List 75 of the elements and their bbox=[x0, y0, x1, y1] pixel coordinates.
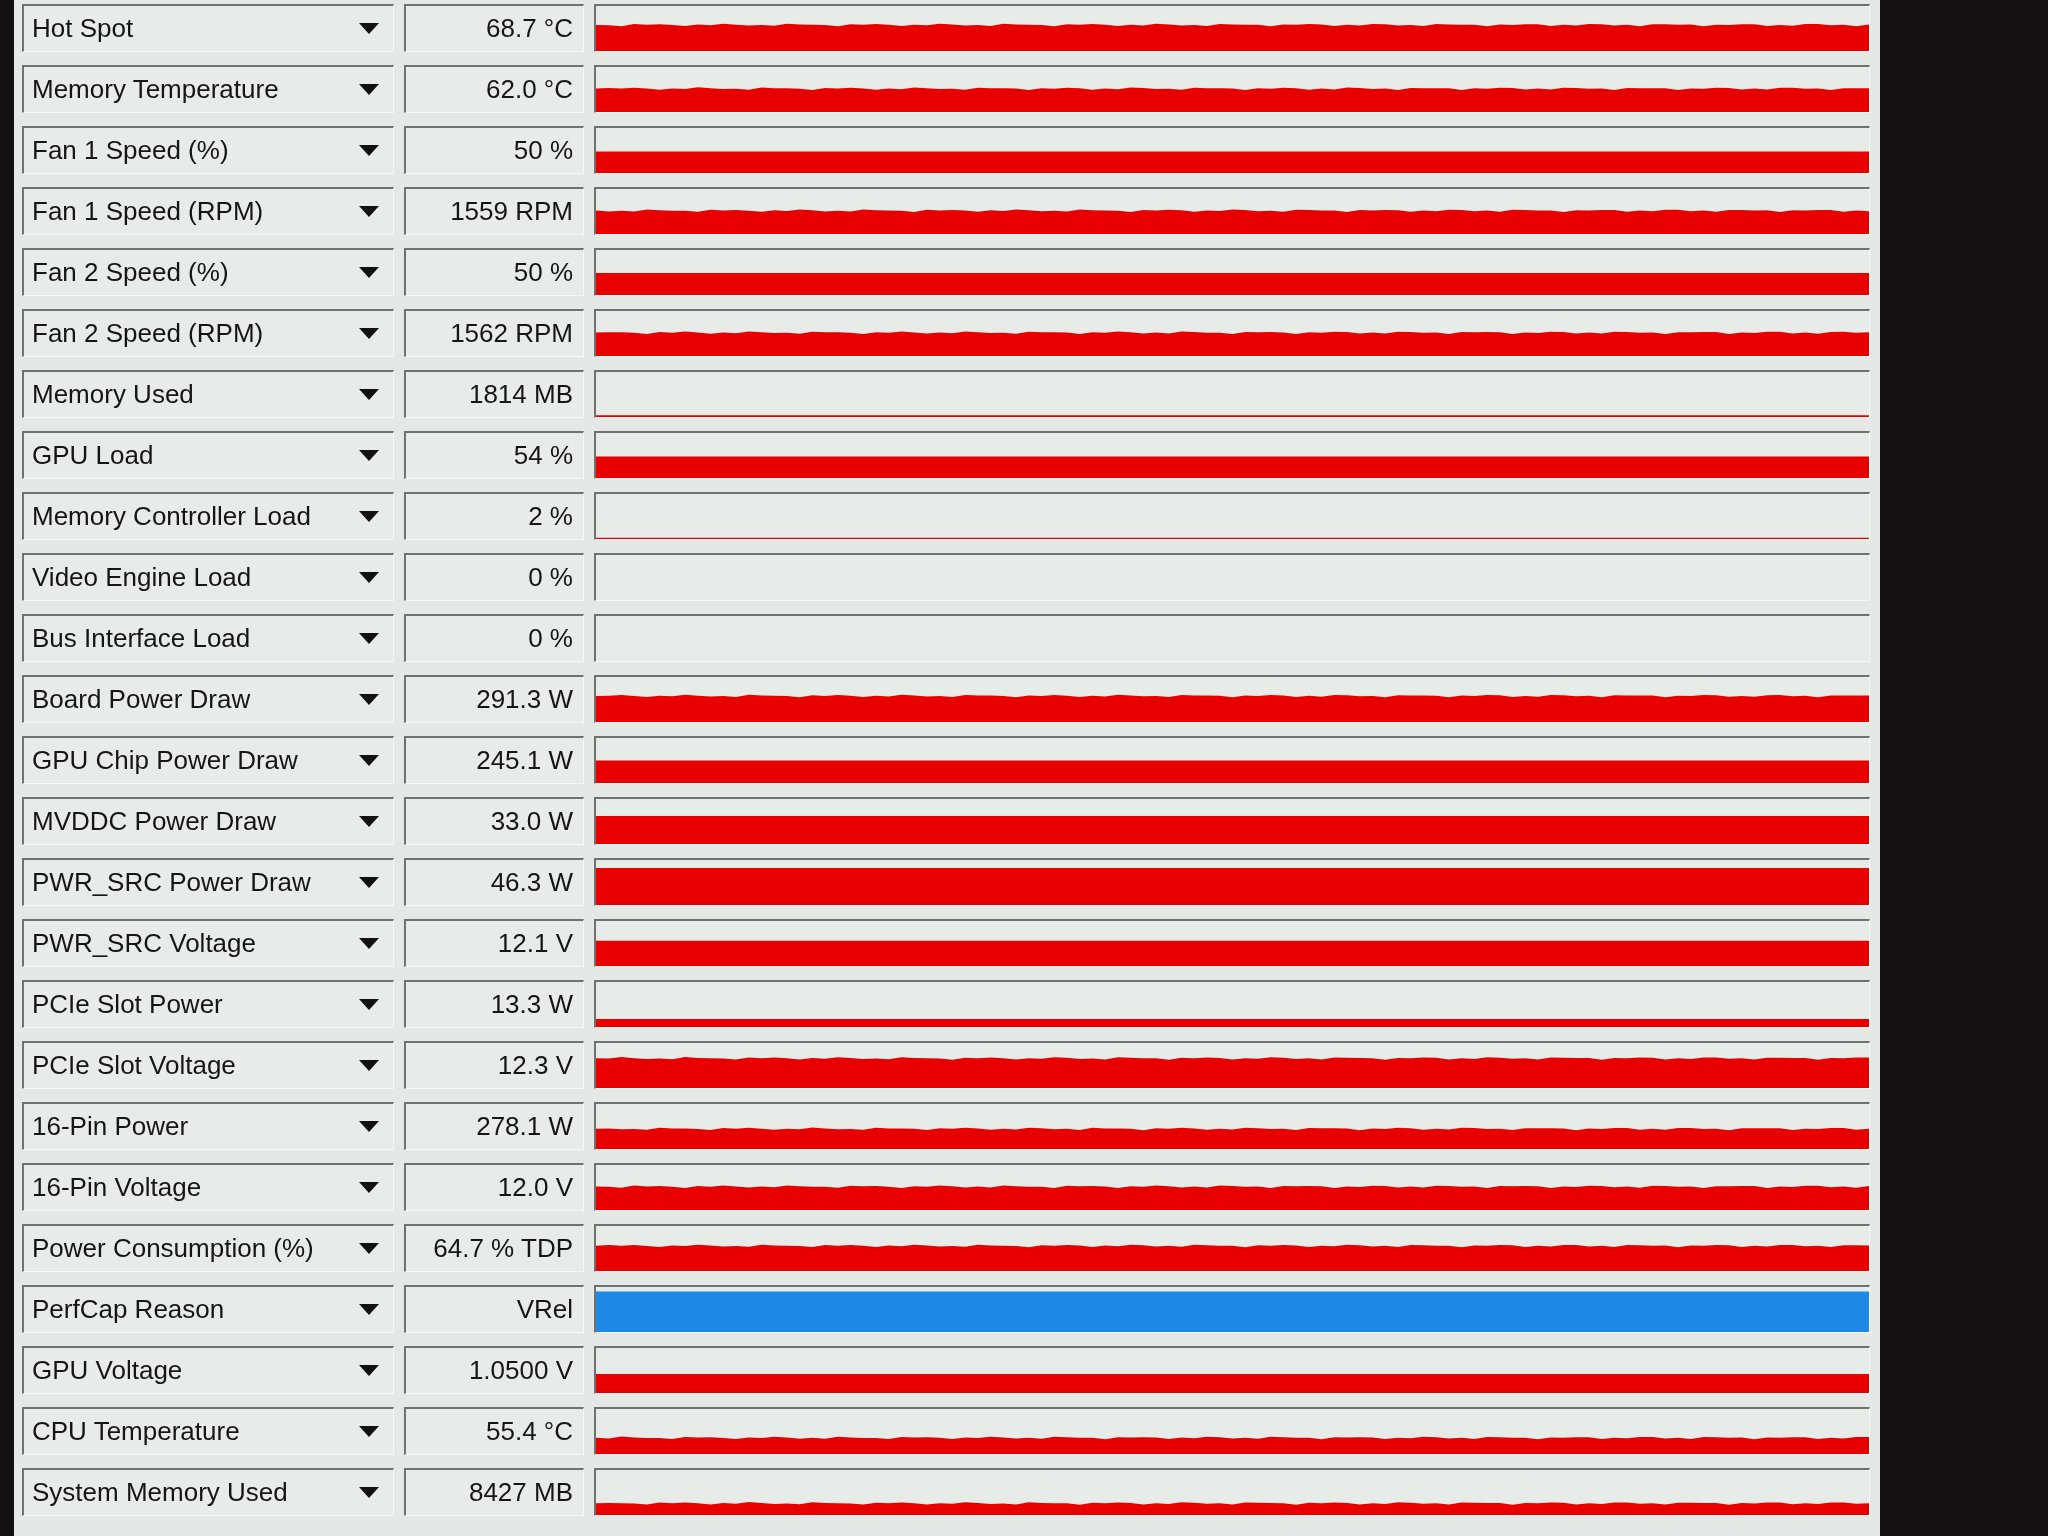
value-field: 1.0500 V bbox=[404, 1346, 584, 1394]
sensor-dropdown[interactable]: Memory Controller Load bbox=[22, 492, 394, 540]
caret-icon bbox=[359, 816, 379, 827]
caret-icon bbox=[359, 1426, 379, 1437]
value-field: 50 % bbox=[404, 248, 584, 296]
value-field: 278.1 W bbox=[404, 1102, 584, 1150]
sensor-dropdown[interactable]: GPU Voltage bbox=[22, 1346, 394, 1394]
sensor-dropdown[interactable]: CPU Temperature bbox=[22, 1407, 394, 1455]
caret-icon bbox=[359, 145, 379, 156]
value-field: 1562 RPM bbox=[404, 309, 584, 357]
sensor-dropdown[interactable]: Video Engine Load bbox=[22, 553, 394, 601]
value-field: 291.3 W bbox=[404, 675, 584, 723]
value-field: 50 % bbox=[404, 126, 584, 174]
value-field: 62.0 °C bbox=[404, 65, 584, 113]
caret-icon bbox=[359, 1060, 379, 1071]
caret-icon bbox=[359, 999, 379, 1010]
sensor-dropdown[interactable]: MVDDC Power Draw bbox=[22, 797, 394, 845]
caret-icon bbox=[359, 1121, 379, 1132]
value-field: 33.0 W bbox=[404, 797, 584, 845]
caret-icon bbox=[359, 328, 379, 339]
caret-icon bbox=[359, 84, 379, 95]
value-field: VRel bbox=[404, 1285, 584, 1333]
value-field: 13.3 W bbox=[404, 980, 584, 1028]
sensor-dropdown[interactable]: Fan 1 Speed (%) bbox=[22, 126, 394, 174]
value-field: 1814 MB bbox=[404, 370, 584, 418]
caret-icon bbox=[359, 755, 379, 766]
value-field: 55.4 °C bbox=[404, 1407, 584, 1455]
caret-icon bbox=[359, 1243, 379, 1254]
caret-icon bbox=[359, 877, 379, 888]
sensor-dropdown[interactable]: Fan 1 Speed (RPM) bbox=[22, 187, 394, 235]
caret-icon bbox=[359, 1304, 379, 1315]
sensor-dropdown[interactable]: Bus Interface Load bbox=[22, 614, 394, 662]
sensor-dropdown[interactable]: PerfCap Reason bbox=[22, 1285, 394, 1333]
caret-icon bbox=[359, 389, 379, 400]
value-field: 54 % bbox=[404, 431, 584, 479]
sensor-dropdown[interactable]: Fan 2 Speed (%) bbox=[22, 248, 394, 296]
caret-icon bbox=[359, 1182, 379, 1193]
value-field: 64.7 % TDP bbox=[404, 1224, 584, 1272]
caret-icon bbox=[359, 633, 379, 644]
value-field: 68.7 °C bbox=[404, 4, 584, 52]
caret-icon bbox=[359, 1487, 379, 1498]
sensor-dropdown[interactable]: PCIe Slot Power bbox=[22, 980, 394, 1028]
caret-icon bbox=[359, 572, 379, 583]
sensor-dropdown[interactable]: PWR_SRC Power Draw bbox=[22, 858, 394, 906]
caret-icon bbox=[359, 694, 379, 705]
value-field: 46.3 W bbox=[404, 858, 584, 906]
sensor-dropdown[interactable]: Board Power Draw bbox=[22, 675, 394, 723]
value-field: 12.0 V bbox=[404, 1163, 584, 1211]
sensor-dropdown[interactable]: System Memory Used bbox=[22, 1468, 394, 1516]
sensor-dropdown[interactable]: 16-Pin Voltage bbox=[22, 1163, 394, 1211]
sensor-dropdown[interactable]: GPU Load bbox=[22, 431, 394, 479]
value-field: 1559 RPM bbox=[404, 187, 584, 235]
sensor-dropdown[interactable]: Memory Used bbox=[22, 370, 394, 418]
sensor-dropdown[interactable]: Fan 2 Speed (RPM) bbox=[22, 309, 394, 357]
value-field: 0 % bbox=[404, 553, 584, 601]
sensor-dropdown[interactable]: Hot Spot bbox=[22, 4, 394, 52]
caret-icon bbox=[359, 511, 379, 522]
sensor-dropdown[interactable]: PWR_SRC Voltage bbox=[22, 919, 394, 967]
caret-icon bbox=[359, 206, 379, 217]
caret-icon bbox=[359, 267, 379, 278]
sensor-dropdown[interactable]: Power Consumption (%) bbox=[22, 1224, 394, 1272]
caret-icon bbox=[359, 938, 379, 949]
value-field: 12.1 V bbox=[404, 919, 584, 967]
value-field: 245.1 W bbox=[404, 736, 584, 784]
caret-icon bbox=[359, 1365, 379, 1376]
value-field: 12.3 V bbox=[404, 1041, 584, 1089]
sensor-dropdown[interactable]: 16-Pin Power bbox=[22, 1102, 394, 1150]
value-field: 8427 MB bbox=[404, 1468, 584, 1516]
caret-icon bbox=[359, 23, 379, 34]
sensor-dropdown[interactable]: Memory Temperature bbox=[22, 65, 394, 113]
value-field: 2 % bbox=[404, 492, 584, 540]
caret-icon bbox=[359, 450, 379, 461]
sensor-dropdown[interactable]: PCIe Slot Voltage bbox=[22, 1041, 394, 1089]
value-field: 0 % bbox=[404, 614, 584, 662]
sensor-dropdown[interactable]: GPU Chip Power Draw bbox=[22, 736, 394, 784]
